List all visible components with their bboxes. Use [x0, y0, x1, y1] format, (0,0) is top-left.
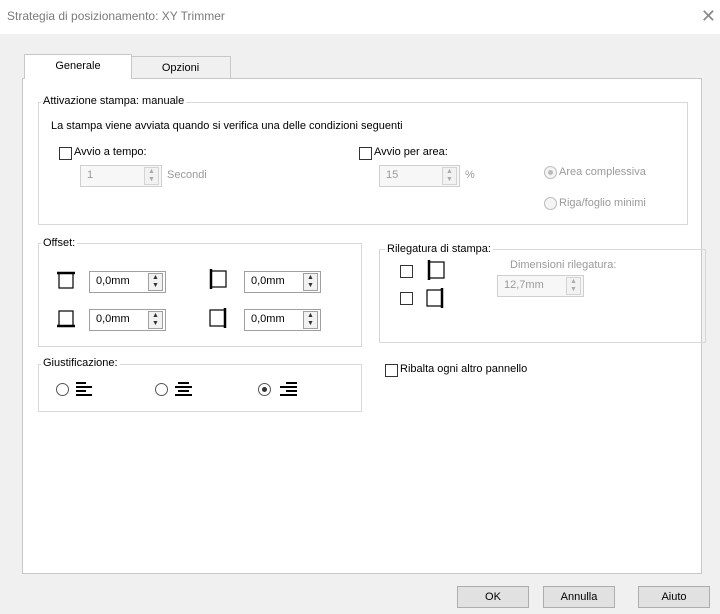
stepper-down-icon[interactable]: ▼	[307, 320, 314, 327]
stepper-down-icon[interactable]: ▼	[307, 282, 314, 289]
offset-left-icon	[209, 269, 227, 289]
stepper-up-icon[interactable]: ▲	[307, 274, 314, 281]
radio-area-total[interactable]	[544, 166, 557, 179]
flip-panel-checkbox[interactable]	[385, 364, 398, 377]
stepper-buttons[interactable]: ▲ ▼	[303, 311, 318, 329]
binding-left-checkbox[interactable]	[400, 265, 413, 278]
stepper-buttons[interactable]: ▲ ▼	[303, 273, 318, 291]
stepper-up-icon[interactable]: ▲	[152, 312, 159, 319]
tab-panel-generale: Attivazione stampa: manuale La stampa vi…	[22, 78, 706, 574]
area-start-checkbox[interactable]	[359, 147, 372, 160]
time-start-label: Avvio a tempo:	[74, 146, 147, 158]
offset-top-value: 0,0mm	[96, 275, 130, 287]
activation-legend: Attivazione stampa: manuale	[41, 95, 187, 107]
tab-generale[interactable]: Generale	[24, 54, 132, 79]
stepper-up-icon[interactable]: ▲	[152, 274, 159, 281]
offset-left-stepper[interactable]: 0,0mm ▲ ▼	[244, 271, 321, 293]
stepper-buttons[interactable]: ▲ ▼	[566, 277, 581, 295]
radio-dot	[548, 170, 553, 175]
stepper-down-icon[interactable]: ▼	[148, 176, 155, 183]
ok-button[interactable]: OK	[457, 586, 529, 608]
binding-legend: Rilegatura di stampa:	[385, 243, 493, 255]
time-unit: Secondi	[167, 169, 207, 181]
stepper-buttons[interactable]: ▲ ▼	[442, 167, 457, 185]
window-title: Strategia di posizionamento: XY Trimmer	[7, 9, 225, 23]
stepper-buttons[interactable]: ▲ ▼	[148, 311, 163, 329]
align-left-icon	[76, 382, 92, 396]
radio-justify-right[interactable]	[258, 383, 271, 396]
flip-panel-label: Ribalta ogni altro pannello	[400, 363, 528, 375]
area-value: 15	[386, 169, 399, 181]
binding-size-stepper[interactable]: 12,7mm ▲ ▼	[497, 275, 584, 297]
stepper-down-icon[interactable]: ▼	[570, 286, 577, 293]
align-right-icon	[280, 382, 297, 396]
time-stepper[interactable]: 1 ▲ ▼	[80, 165, 162, 187]
stepper-down-icon[interactable]: ▼	[152, 282, 159, 289]
area-unit: %	[465, 169, 475, 181]
dialog-window: Strategia di posizionamento: XY Trimmer …	[0, 0, 720, 614]
tab-opzioni[interactable]: Opzioni	[130, 56, 231, 79]
justification-legend: Giustificazione:	[41, 357, 120, 369]
activation-description: La stampa viene avviata quando si verifi…	[51, 120, 403, 132]
offset-top-icon	[57, 271, 75, 289]
stepper-up-icon[interactable]: ▲	[307, 312, 314, 319]
offset-right-icon	[209, 308, 227, 328]
radio-dot	[262, 387, 267, 392]
align-center-icon	[175, 382, 192, 396]
stepper-buttons[interactable]: ▲ ▼	[144, 167, 159, 185]
stepper-down-icon[interactable]: ▼	[152, 320, 159, 327]
binding-size-value: 12,7mm	[504, 279, 544, 291]
binding-right-checkbox[interactable]	[400, 292, 413, 305]
offset-right-value: 0,0mm	[251, 313, 285, 325]
offset-bottom-stepper[interactable]: 0,0mm ▲ ▼	[89, 309, 166, 331]
radio-row-min[interactable]	[544, 197, 557, 210]
time-value: 1	[87, 169, 94, 181]
binding-size-label: Dimensioni rilegatura:	[510, 259, 617, 271]
stepper-down-icon[interactable]: ▼	[446, 176, 453, 183]
title-bar: Strategia di posizionamento: XY Trimmer …	[0, 0, 720, 34]
close-icon[interactable]: ✕	[701, 6, 716, 26]
offset-right-stepper[interactable]: 0,0mm ▲ ▼	[244, 309, 321, 331]
binding-right-icon	[426, 288, 444, 308]
radio-area-total-label: Area complessiva	[559, 166, 646, 178]
area-start-label: Avvio per area:	[374, 146, 448, 158]
radio-justify-left[interactable]	[56, 383, 69, 396]
time-start-checkbox[interactable]	[59, 147, 72, 160]
cancel-button[interactable]: Annulla	[543, 586, 615, 608]
offset-bottom-value: 0,0mm	[96, 313, 130, 325]
stepper-up-icon[interactable]: ▲	[570, 278, 577, 285]
offset-left-value: 0,0mm	[251, 275, 285, 287]
binding-left-icon	[427, 260, 445, 280]
help-button[interactable]: Aiuto	[638, 586, 710, 608]
offset-legend: Offset:	[41, 237, 78, 249]
offset-top-stepper[interactable]: 0,0mm ▲ ▼	[89, 271, 166, 293]
area-stepper[interactable]: 15 ▲ ▼	[379, 165, 460, 187]
stepper-up-icon[interactable]: ▲	[446, 168, 453, 175]
stepper-up-icon[interactable]: ▲	[148, 168, 155, 175]
offset-bottom-icon	[57, 310, 75, 328]
offset-group	[38, 243, 362, 347]
radio-row-min-label: Riga/foglio minimi	[559, 197, 646, 209]
stepper-buttons[interactable]: ▲ ▼	[148, 273, 163, 291]
radio-justify-center[interactable]	[155, 383, 168, 396]
